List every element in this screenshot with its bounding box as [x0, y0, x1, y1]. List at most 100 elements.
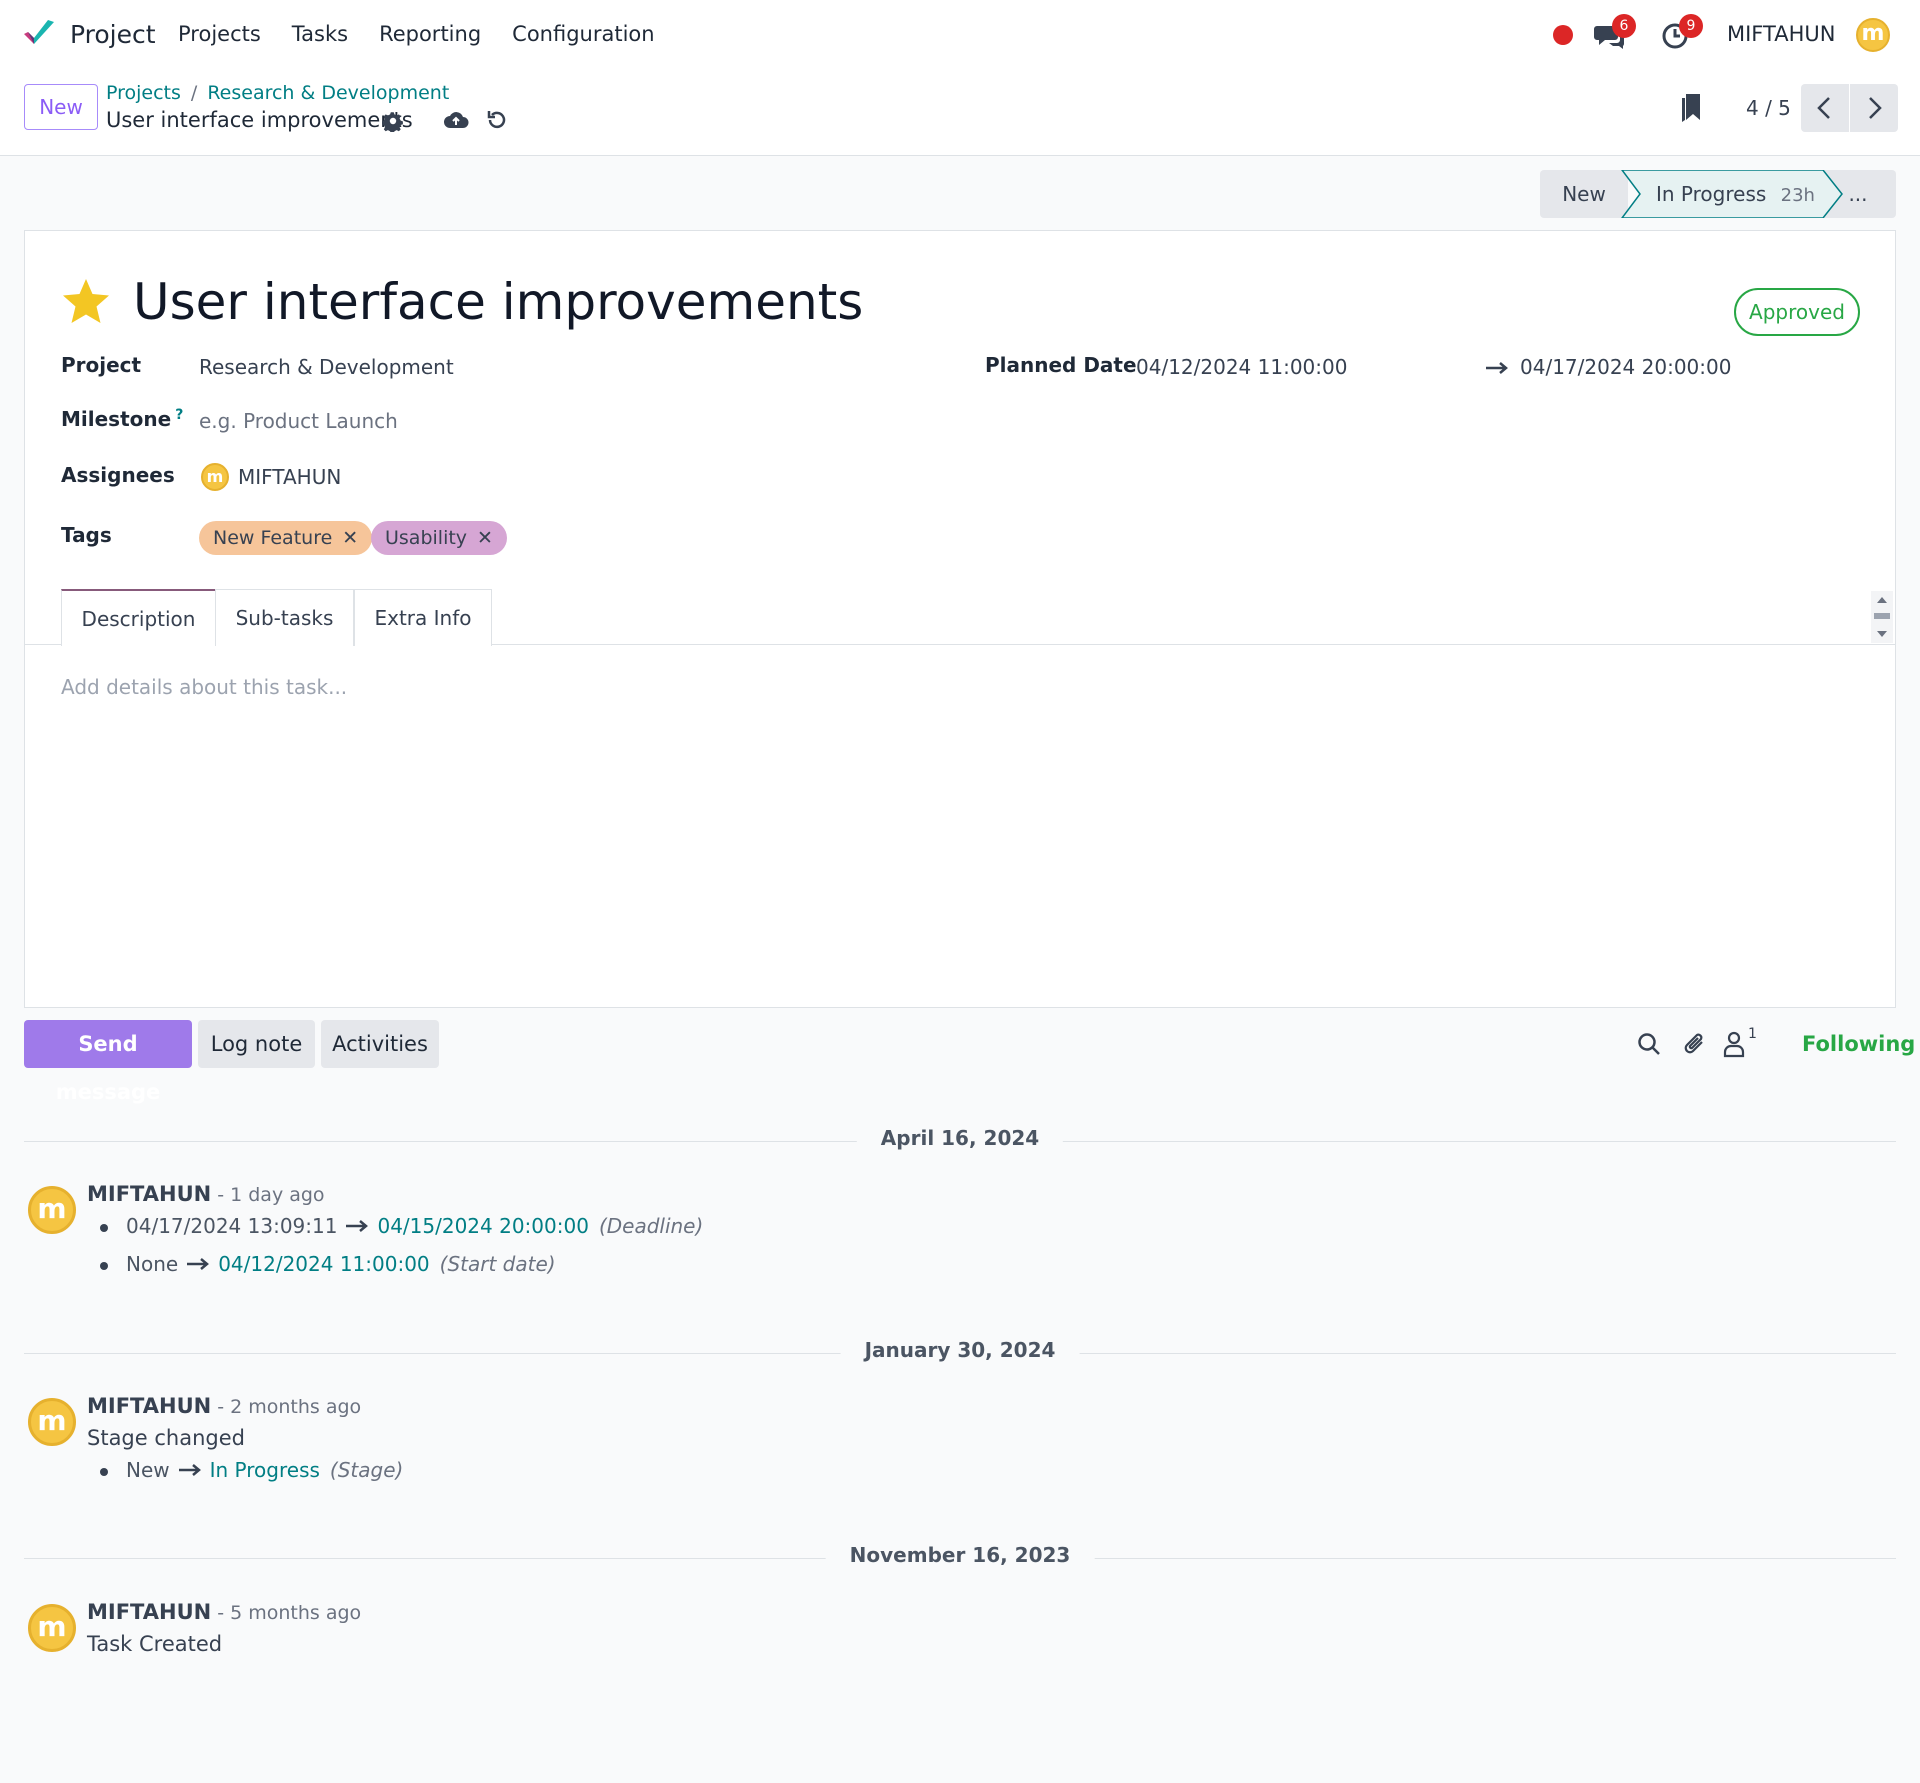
tag-remove-icon[interactable]: ✕ [477, 527, 493, 549]
author-name[interactable]: MIFTAHUN [87, 1394, 211, 1418]
tag-remove-icon[interactable]: ✕ [342, 527, 358, 549]
menu-reporting[interactable]: Reporting [379, 22, 481, 46]
pager-next-button[interactable] [1850, 84, 1898, 132]
menu-configuration[interactable]: Configuration [512, 22, 654, 46]
assignees-label: Assignees [61, 463, 175, 487]
gear-icon[interactable] [382, 110, 404, 132]
assignee-field[interactable]: MIFTAHUN [238, 465, 341, 489]
discard-undo-icon[interactable] [485, 108, 509, 132]
breadcrumb-separator: / [190, 82, 198, 104]
followers-count: 1 [1748, 1026, 1757, 1042]
breadcrumb-projects[interactable]: Projects [106, 82, 181, 104]
user-menu-name[interactable]: MIFTAHUN [1727, 22, 1835, 46]
save-cloud-icon[interactable] [443, 108, 469, 132]
milestone-label: Milestone? [61, 407, 183, 431]
search-icon[interactable] [1637, 1032, 1661, 1056]
new-record-button[interactable]: New [24, 84, 98, 130]
tags-label: Tags [61, 523, 112, 547]
message-body: Task Created [87, 1632, 223, 1656]
state-approved-badge[interactable]: Approved [1734, 288, 1860, 336]
new-value: 04/12/2024 11:00:00 [218, 1252, 430, 1276]
new-value: 04/15/2024 20:00:00 [377, 1214, 589, 1238]
arrow-right-icon [346, 1220, 369, 1232]
message-author: MIFTAHUN - 5 months ago [87, 1600, 361, 1624]
current-record-name: User interface improvements [106, 108, 413, 132]
notebook-tabs: Description Sub-tasks Extra Info [25, 589, 1895, 646]
assignee-avatar: m [201, 463, 229, 491]
message-time: - 1 day ago [217, 1184, 325, 1206]
old-value: None [126, 1252, 179, 1276]
form-sheet: User interface improvements Approved Pro… [24, 230, 1896, 1008]
tab-extra-info[interactable]: Extra Info [354, 589, 492, 646]
messages-badge: 6 [1612, 14, 1636, 38]
stage-time: 23h [1780, 185, 1815, 206]
control-panel: New Projects / Research & Development User… [0, 70, 1920, 156]
message-time: - 2 months ago [217, 1396, 362, 1418]
field-name: (Stage) [329, 1458, 404, 1482]
stage-in-progress-button[interactable]: In Progress 23h [1656, 170, 1815, 218]
tabs-scrollbar[interactable] [1871, 591, 1893, 643]
breadcrumb-project[interactable]: Research & Development [207, 82, 449, 104]
message-author-avatar[interactable]: m [28, 1604, 76, 1652]
tab-sub-tasks[interactable]: Sub-tasks [215, 589, 354, 646]
planned-start-field[interactable]: 04/12/2024 11:00:00 [1136, 355, 1347, 379]
app-name[interactable]: Project [70, 20, 156, 49]
log-note-button[interactable]: Log note [198, 1020, 315, 1068]
activities-badge: 9 [1679, 14, 1703, 38]
message-author-avatar[interactable]: m [28, 1398, 76, 1446]
date-separator: January 30, 2024 [24, 1338, 1896, 1368]
menu-projects[interactable]: Projects [178, 22, 261, 46]
tag-new-feature[interactable]: New Feature ✕ [199, 521, 373, 555]
description-editor[interactable]: Add details about this task... [61, 675, 347, 699]
planned-end-field[interactable]: 04/17/2024 20:00:00 [1520, 355, 1731, 379]
project-field[interactable]: Research & Development [199, 355, 454, 379]
message-author: MIFTAHUN - 1 day ago [87, 1182, 325, 1206]
pager-value[interactable]: 4 / 5 [1746, 96, 1791, 120]
send-message-button[interactable]: Send message [24, 1020, 192, 1104]
arrow-right-icon [1486, 362, 1508, 374]
field-name: (Start date) [439, 1252, 556, 1276]
user-avatar[interactable]: m [1856, 18, 1890, 52]
project-label: Project [61, 353, 142, 377]
field-name: (Deadline) [598, 1214, 704, 1238]
paperclip-icon[interactable] [1682, 1030, 1708, 1058]
message-time: - 5 months ago [217, 1602, 362, 1624]
milestone-help-icon[interactable]: ? [175, 407, 183, 423]
task-title[interactable]: User interface improvements [133, 273, 863, 331]
author-name[interactable]: MIFTAHUN [87, 1600, 211, 1624]
date-separator: April 16, 2024 [24, 1126, 1896, 1156]
stage-new-button[interactable]: New [1540, 170, 1628, 218]
author-name[interactable]: MIFTAHUN [87, 1182, 211, 1206]
milestone-label-text: Milestone [61, 407, 172, 431]
pager-previous-button[interactable] [1801, 84, 1849, 132]
priority-star-icon[interactable] [61, 277, 111, 325]
tag-usability[interactable]: Usability ✕ [371, 521, 507, 555]
milestone-field[interactable]: e.g. Product Launch [199, 409, 398, 433]
old-value: New [126, 1458, 170, 1482]
recording-indicator-icon[interactable] [1553, 25, 1573, 45]
chevron-right-icon [1869, 97, 1882, 119]
menu-tasks[interactable]: Tasks [292, 22, 348, 46]
new-value: In Progress [209, 1458, 320, 1482]
date-label: January 30, 2024 [840, 1338, 1080, 1362]
arrow-right-icon [187, 1258, 210, 1270]
tag-label: New Feature [213, 527, 333, 549]
arrow-right-icon [178, 1464, 201, 1476]
tag-label: Usability [385, 527, 468, 549]
followers-icon[interactable] [1722, 1030, 1746, 1058]
bookmark-icon[interactable] [1680, 92, 1704, 124]
date-label: April 16, 2024 [856, 1126, 1064, 1150]
tracking-change: 04/17/2024 13:09:11 04/15/2024 20:00:00 (D… [100, 1214, 703, 1238]
date-separator: November 16, 2023 [24, 1543, 1896, 1573]
app-logo-icon[interactable] [22, 18, 56, 50]
top-navbar: Project Projects Tasks Reporting Configu… [0, 0, 1920, 70]
message-author: MIFTAHUN - 2 months ago [87, 1394, 361, 1418]
old-value: 04/17/2024 13:09:11 [126, 1214, 338, 1238]
tab-description[interactable]: Description [61, 589, 216, 646]
message-body: Stage changed [87, 1426, 245, 1450]
tracking-change: New In Progress (Stage) [100, 1458, 403, 1482]
activities-button[interactable]: Activities [321, 1020, 439, 1068]
following-button[interactable]: Following [1802, 1032, 1915, 1056]
stage-in-progress-label: In Progress [1656, 182, 1767, 206]
message-author-avatar[interactable]: m [28, 1186, 76, 1234]
